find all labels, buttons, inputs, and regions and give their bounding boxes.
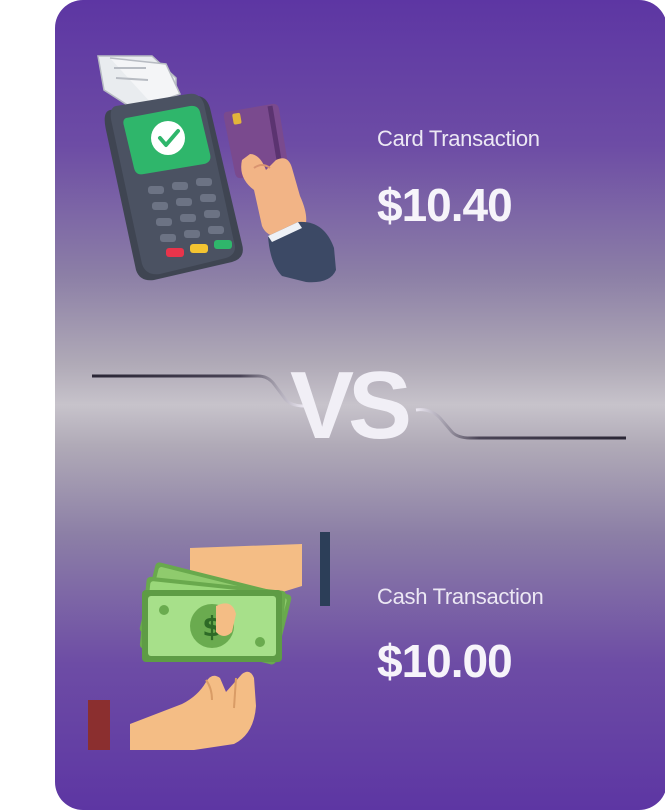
card-terminal-icon [97,55,336,283]
card-transaction-label: Card Transaction [377,126,540,151]
cash-handover-icon: $ [88,532,330,750]
card-transaction-amount: $10.40 [377,179,513,231]
vs-text: VS [290,352,412,459]
vs-divider-left-line [92,374,305,408]
cash-transaction-amount: $10.00 [377,635,513,687]
cash-transaction-label: Cash Transaction [377,584,544,609]
vs-divider-right-line [415,408,626,440]
